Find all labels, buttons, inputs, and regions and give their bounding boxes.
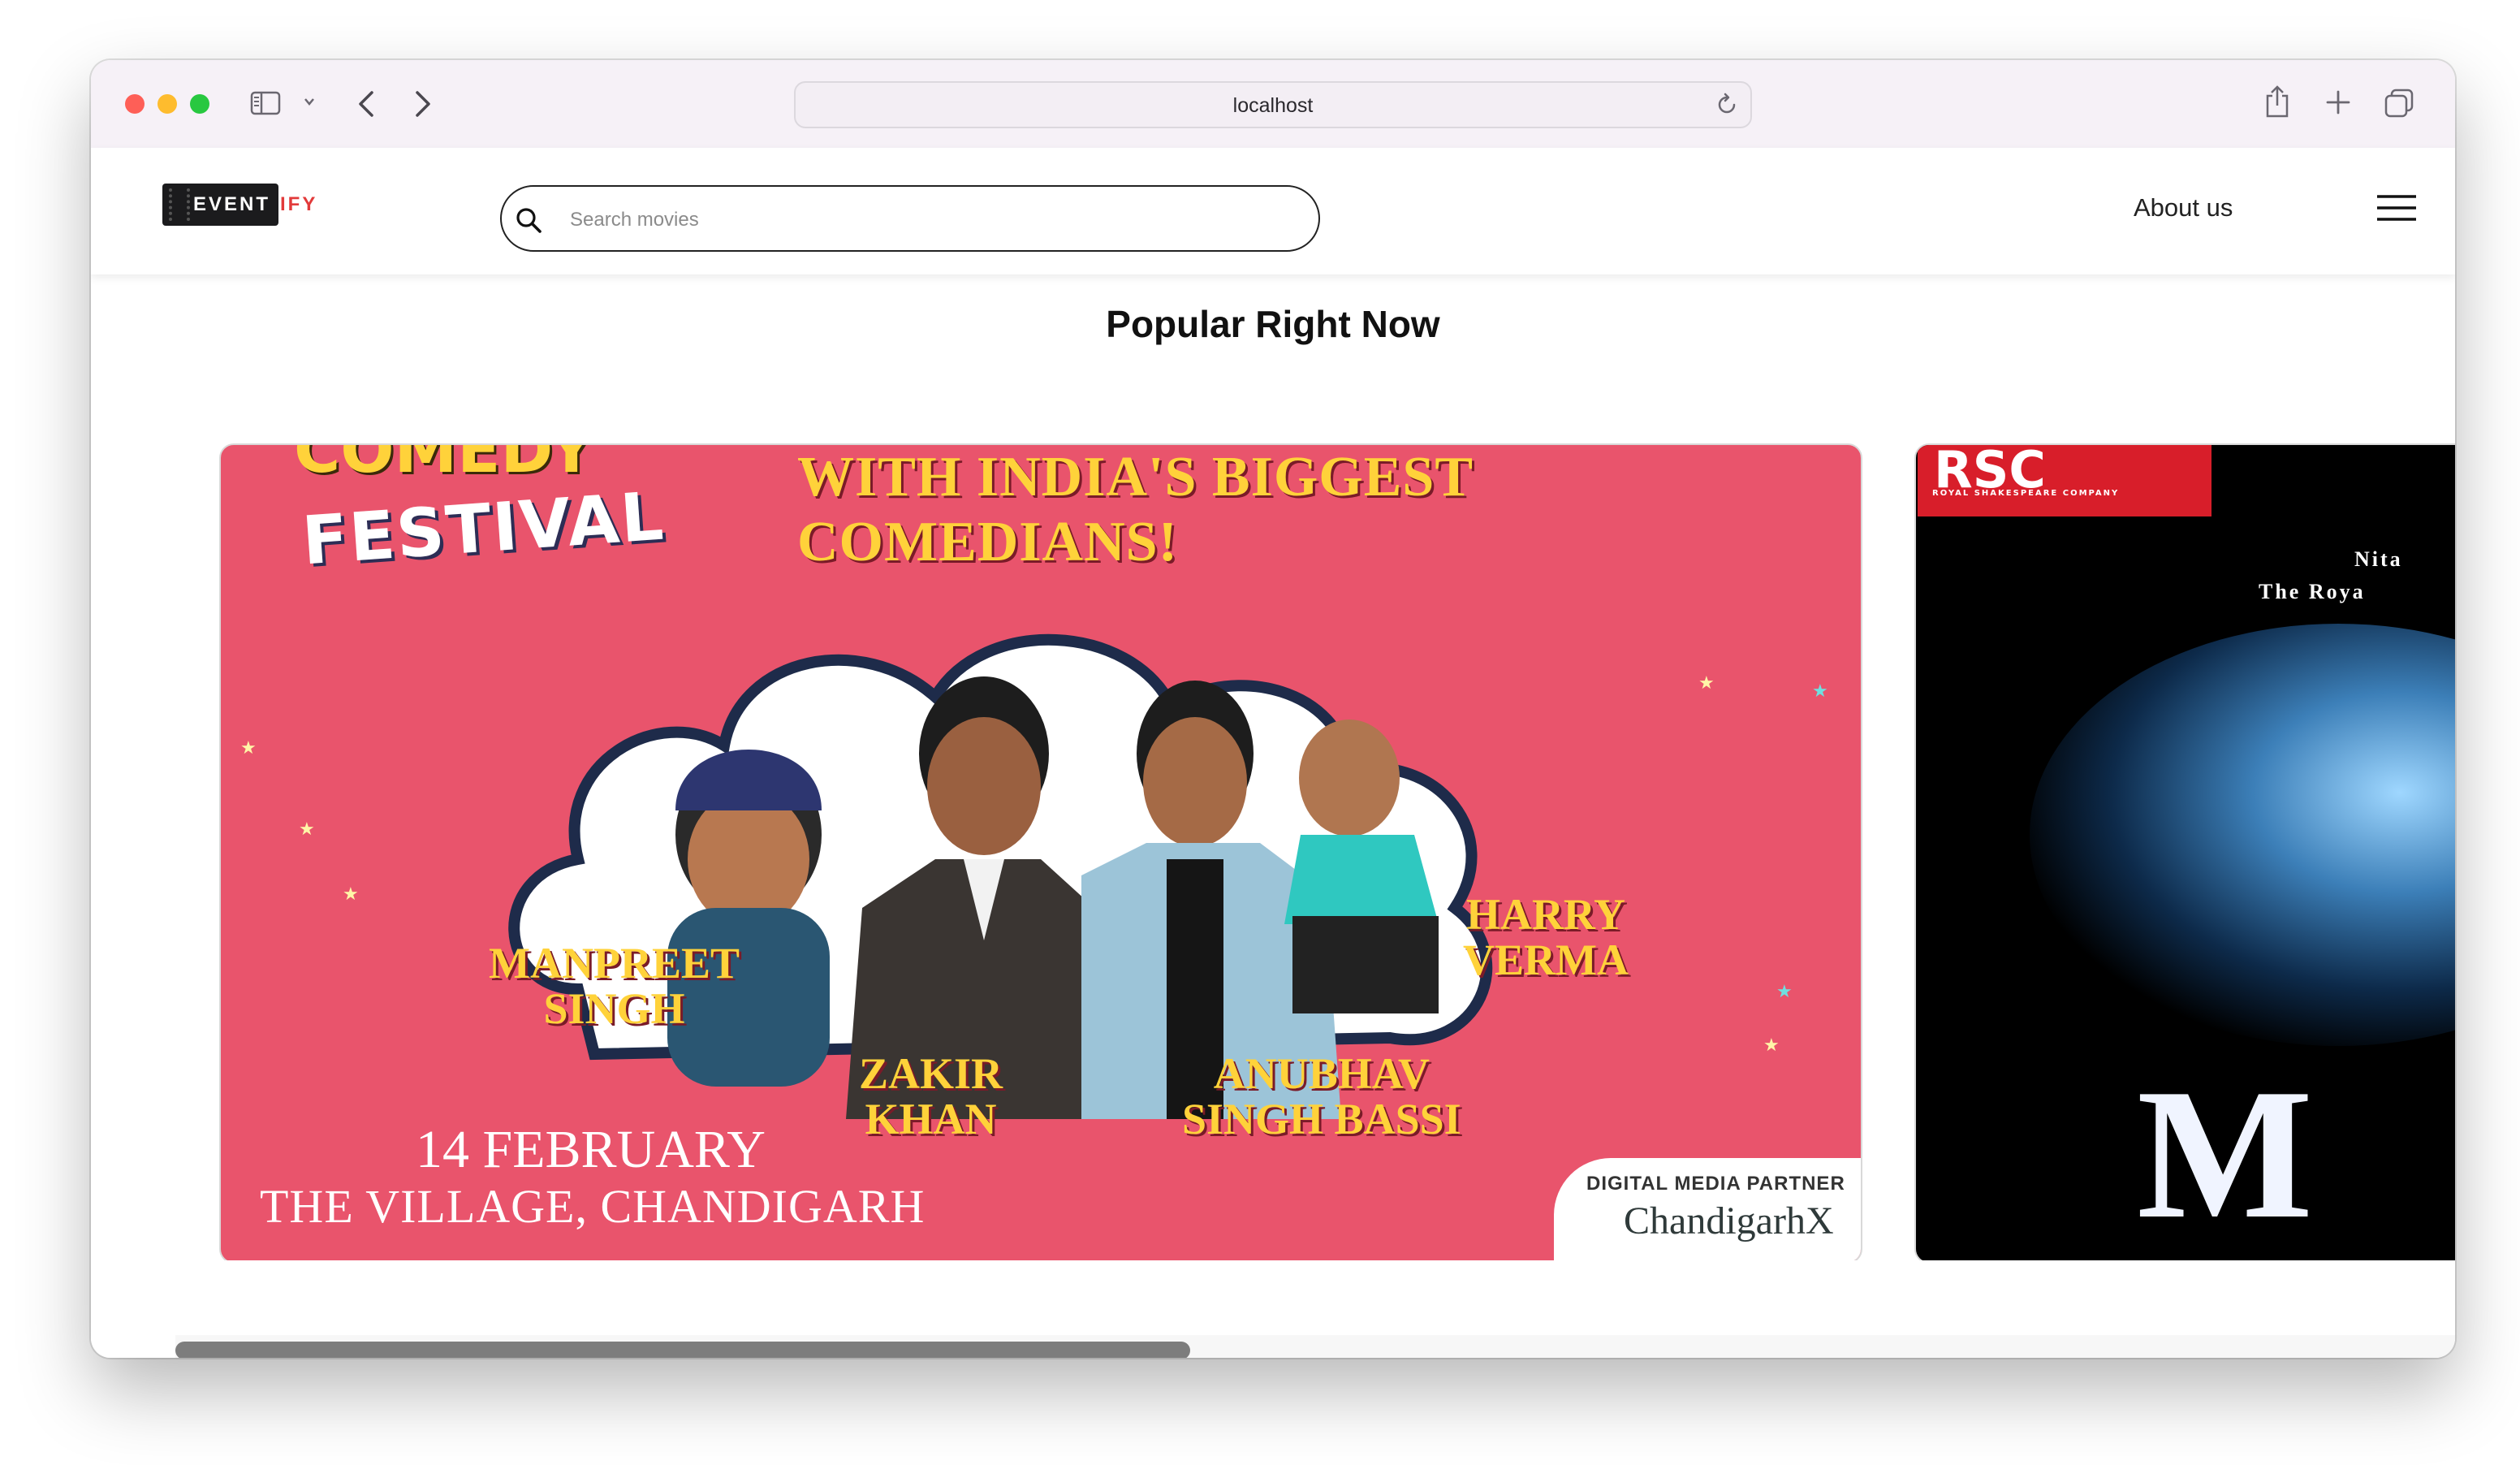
logo-text-ify: IFY [280,193,318,215]
partner-name: ChandigarhX [1624,1199,1834,1242]
poster-brand-top: COMEDY [294,443,595,487]
search-input[interactable] [568,201,1286,239]
star-decoration: ★ [1698,672,1715,693]
event-date: 14 FEBRUARY [416,1120,766,1179]
address-bar[interactable]: localhost [794,81,1752,128]
comedian-name: MANPREET SINGH [489,939,740,1033]
event-card-comedy-festival[interactable]: COMEDY FESTIVAL WITH INDIA'S BIGGEST COM… [219,443,1862,1260]
star-decoration: ★ [1776,981,1793,1001]
poster-headline: WITH INDIA'S BIGGEST COMEDIANS! [797,446,1473,573]
logo-badge: EVENT [162,184,279,226]
back-arrow-icon[interactable] [357,89,375,119]
comedian-name: ZAKIR KHAN [859,1049,1003,1143]
comedian-name: HARRY VERMA [1463,890,1629,984]
share-icon[interactable] [2263,84,2291,119]
search-icon[interactable] [513,205,544,236]
site-navbar: EVENT IFY About us [91,148,2455,274]
star-decoration: ★ [1812,681,1828,701]
star-decoration: ★ [343,884,359,904]
forward-arrow-icon[interactable] [414,89,432,119]
poster-brand: FESTIVAL [300,478,667,581]
event-venue: THE VILLAGE, CHANDIGARH [260,1180,926,1233]
page-content: EVENT IFY About us Popular Right Now [91,148,2455,1358]
poster-credit-line: The Roya [2259,580,2366,603]
tab-overview-icon[interactable] [2384,88,2414,119]
film-strip-icon [169,188,190,221]
star-decoration: ★ [240,737,257,758]
comedians-cloud-illustration [508,633,1493,1119]
comedian-name: ANUBHAV SINGH BASSI [1182,1049,1461,1143]
star-decoration: ★ [299,819,315,839]
popular-carousel[interactable]: COMEDY FESTIVAL WITH INDIA'S BIGGEST COM… [91,432,2455,1260]
zoom-window-button[interactable] [190,94,209,114]
rsc-subtitle: ROYAL SHAKESPEARE COMPANY [1932,489,2120,498]
search-bar [500,185,1320,252]
media-partner-badge: DIGITAL MEDIA PARTNER ChandigarhX [1554,1158,1861,1260]
star-decoration: ★ [1763,1035,1780,1055]
reload-icon[interactable] [1715,93,1739,117]
rsc-logo: RSC ROYAL SHAKESPEARE COMPANY [1918,445,2211,516]
horizontal-scrollbar-thumb[interactable] [175,1342,1190,1358]
new-tab-icon[interactable] [2325,89,2351,115]
logo-text-event: EVENT [193,193,271,215]
sidebar-toggle-icon[interactable] [250,91,281,115]
close-window-button[interactable] [125,94,145,114]
chevron-down-icon[interactable] [304,96,315,107]
partner-label: DIGITAL MEDIA PARTNER [1586,1173,1845,1195]
poster-credit-line: Nita [2354,547,2403,571]
browser-window: localhost EVENT IFY Search movies About … [91,60,2455,1358]
section-title: Popular Right Now [1106,303,1440,345]
minimize-window-button[interactable] [158,94,177,114]
site-logo[interactable]: EVENT IFY [162,184,317,226]
hamburger-menu-icon[interactable] [2375,193,2418,223]
about-us-link[interactable]: About us [2134,193,2233,223]
browser-toolbar: localhost [91,60,2455,149]
url-text: localhost [1232,94,1314,117]
event-card-rsc[interactable]: RSC ROYAL SHAKESPEARE COMPANY Nita The R… [1914,443,2455,1260]
poster-glow-art [2030,624,2455,1046]
poster-title-letter: M [2137,1050,2314,1257]
